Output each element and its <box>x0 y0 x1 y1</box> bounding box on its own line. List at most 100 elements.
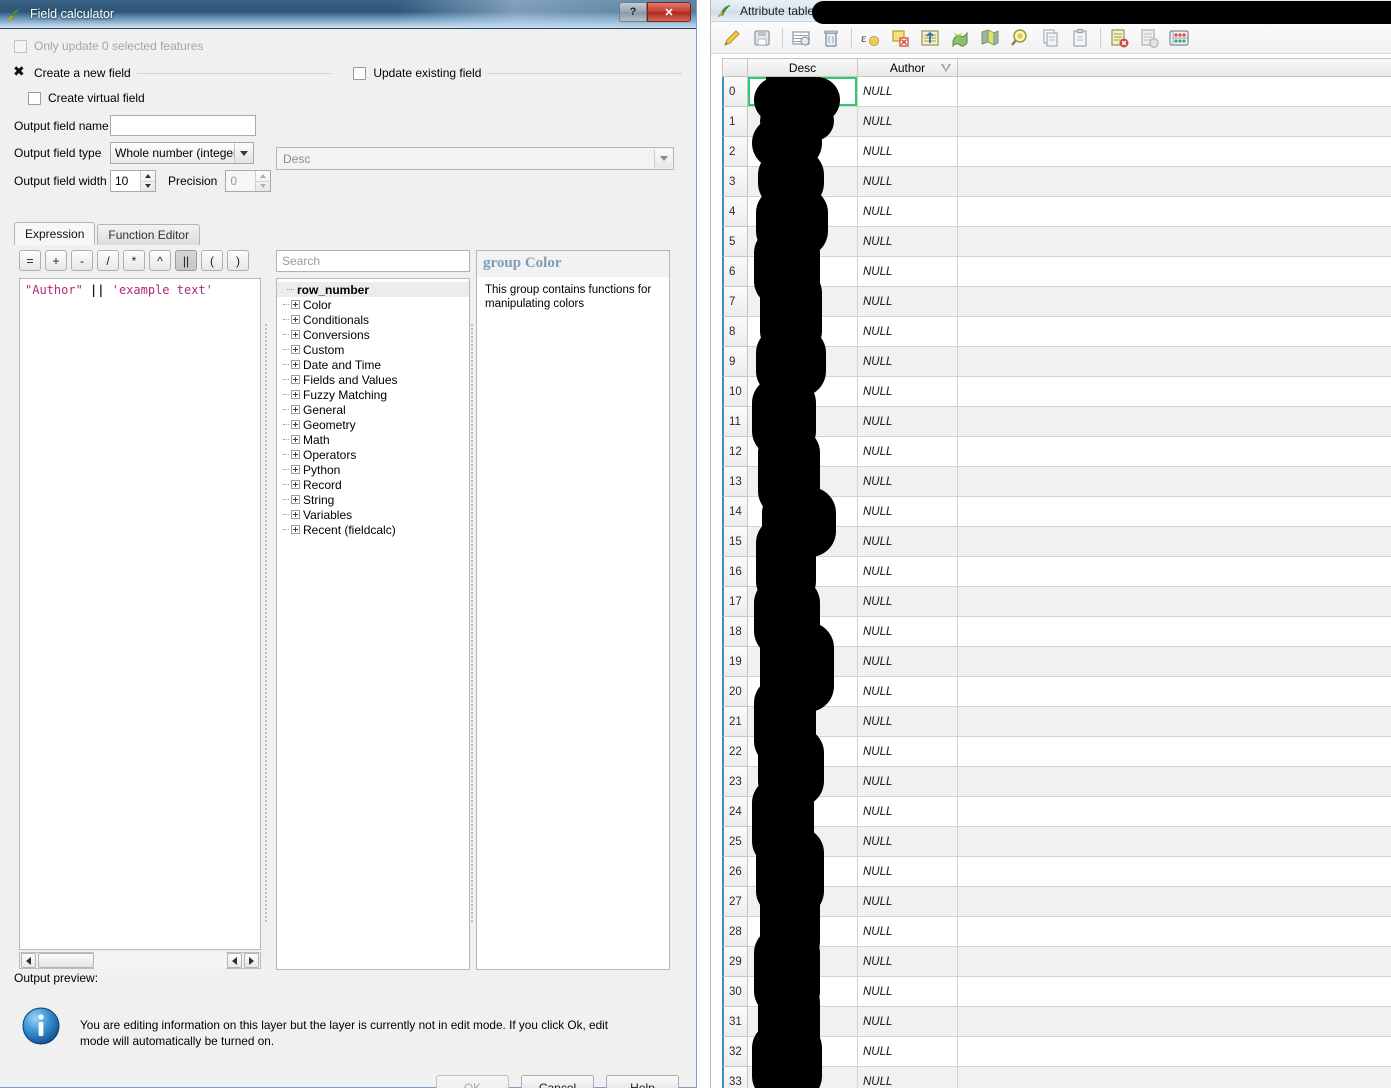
update-existing-field-checkbox[interactable] <box>353 66 367 80</box>
tab-function-editor[interactable]: Function Editor <box>97 224 201 245</box>
paste-features-icon[interactable] <box>1069 27 1091 49</box>
row-number-cell[interactable]: 20 <box>722 677 748 707</box>
cell-author[interactable]: NULL <box>858 137 958 167</box>
cell-author[interactable]: NULL <box>858 557 958 587</box>
cell-desc[interactable] <box>748 497 858 527</box>
precision-decrement-button[interactable] <box>256 182 270 192</box>
expand-icon[interactable] <box>291 435 300 444</box>
row-number-cell[interactable]: 7 <box>722 287 748 317</box>
width-decrement-button[interactable] <box>141 182 155 192</box>
row-number-cell[interactable]: 2 <box>722 137 748 167</box>
row-number-cell[interactable]: 15 <box>722 527 748 557</box>
cell-author[interactable]: NULL <box>858 407 958 437</box>
row-number-cell[interactable]: 30 <box>722 977 748 1007</box>
deselect-all-icon[interactable] <box>889 27 911 49</box>
cell-author[interactable]: NULL <box>858 467 958 497</box>
output-field-width-stepper[interactable]: 10 <box>110 170 156 192</box>
existing-field-select[interactable]: Desc <box>276 147 674 170</box>
precision-spin-buttons[interactable] <box>255 171 271 192</box>
cell-author[interactable]: NULL <box>858 227 958 257</box>
cell-desc[interactable] <box>748 137 858 167</box>
expand-icon[interactable] <box>291 375 300 384</box>
table-row[interactable]: 20 NULL <box>722 677 1391 707</box>
column-header-rownum[interactable] <box>722 58 748 77</box>
close-window-button[interactable]: ✕ <box>647 2 691 22</box>
row-number-cell[interactable]: 19 <box>722 647 748 677</box>
row-number-cell[interactable]: 10 <box>722 377 748 407</box>
operator-close-paren-button[interactable]: ) <box>227 250 249 271</box>
create-new-field-group[interactable]: Create a new field <box>13 64 131 81</box>
pan-map-to-selection-icon[interactable] <box>979 27 1001 49</box>
table-row[interactable]: 28 NULL <box>722 917 1391 947</box>
help-button[interactable]: Help <box>606 1075 679 1088</box>
toggle-editing-pencil-icon[interactable] <box>721 27 743 49</box>
table-row[interactable]: 17 NULL <box>722 587 1391 617</box>
attribute-table-grid[interactable]: Desc Author 0 NULL 1 NULL 2 NULL 3 NULL 4 NULL 5 NU… <box>722 58 1391 1088</box>
row-number-cell[interactable]: 4 <box>722 197 748 227</box>
tree-item-row-number[interactable]: row_number <box>277 282 469 297</box>
expand-icon[interactable] <box>291 405 300 414</box>
expand-icon[interactable] <box>291 390 300 399</box>
table-row[interactable]: 3 NULL <box>722 167 1391 197</box>
copy-selected-rows-icon[interactable] <box>1039 27 1061 49</box>
output-field-type-select[interactable]: Whole number (integer) <box>110 142 254 164</box>
tree-item-python[interactable]: Python <box>277 462 469 477</box>
table-row[interactable]: 24 NULL <box>722 797 1391 827</box>
cell-author[interactable]: NULL <box>858 1007 958 1037</box>
cell-author[interactable]: NULL <box>858 887 958 917</box>
expand-icon[interactable] <box>291 420 300 429</box>
create-virtual-field-checkbox[interactable] <box>28 91 41 105</box>
table-row[interactable]: 18 NULL <box>722 617 1391 647</box>
tree-item-math[interactable]: Math <box>277 432 469 447</box>
cell-author[interactable]: NULL <box>858 377 958 407</box>
column-header-author[interactable]: Author <box>858 58 958 77</box>
tree-item-fields-and-values[interactable]: Fields and Values <box>277 372 469 387</box>
table-row[interactable]: 29 NULL <box>722 947 1391 977</box>
operator-concat-button[interactable]: || <box>175 250 197 271</box>
search-input[interactable]: Search <box>276 250 470 272</box>
table-row[interactable]: 9 NULL <box>722 347 1391 377</box>
output-field-width-spin-buttons[interactable] <box>140 171 155 191</box>
delete-field-icon[interactable] <box>1108 27 1130 49</box>
tree-item-date-and-time[interactable]: Date and Time <box>277 357 469 372</box>
table-row[interactable]: 33 NULL <box>722 1067 1391 1088</box>
cell-author[interactable]: NULL <box>858 1067 958 1088</box>
row-number-cell[interactable]: 32 <box>722 1037 748 1067</box>
table-rows[interactable]: 0 NULL 1 NULL 2 NULL 3 NULL 4 NULL 5 NULL 6 NULL 7 NULL… <box>722 77 1391 1088</box>
delete-selected-trash-icon[interactable] <box>820 27 842 49</box>
cell-desc[interactable] <box>748 407 858 437</box>
expand-icon[interactable] <box>291 330 300 339</box>
ok-button[interactable]: OK <box>436 1075 509 1088</box>
operator-open-paren-button[interactable]: ( <box>201 250 223 271</box>
expression-horizontal-scrollbar[interactable] <box>19 952 261 969</box>
operator-equals-button[interactable]: = <box>19 250 41 271</box>
row-number-cell[interactable]: 25 <box>722 827 748 857</box>
cell-author[interactable]: NULL <box>858 737 958 767</box>
move-selection-to-top-icon[interactable] <box>919 27 941 49</box>
scrollbar-track[interactable] <box>94 952 226 969</box>
cell-desc[interactable] <box>748 347 858 377</box>
field-calculator-titlebar[interactable]: Field calculator ? ✕ <box>0 0 696 29</box>
cell-desc[interactable] <box>748 257 858 287</box>
cell-author[interactable]: NULL <box>858 677 958 707</box>
cell-desc[interactable] <box>748 1067 858 1088</box>
row-number-cell[interactable]: 16 <box>722 557 748 587</box>
table-row[interactable]: 31 NULL <box>722 1007 1391 1037</box>
tree-item-string[interactable]: String <box>277 492 469 507</box>
cell-desc[interactable] <box>748 557 858 587</box>
cell-desc[interactable] <box>748 377 858 407</box>
cell-author[interactable]: NULL <box>858 947 958 977</box>
table-row[interactable]: 27 NULL <box>722 887 1391 917</box>
cell-desc[interactable] <box>748 1037 858 1067</box>
table-row[interactable]: 21 NULL <box>722 707 1391 737</box>
cell-desc[interactable] <box>748 947 858 977</box>
row-number-cell[interactable]: 11 <box>722 407 748 437</box>
expand-icon[interactable] <box>291 480 300 489</box>
table-row[interactable]: 8 NULL <box>722 317 1391 347</box>
table-row[interactable]: 11 NULL <box>722 407 1391 437</box>
table-row[interactable]: 30 NULL <box>722 977 1391 1007</box>
table-row[interactable]: 2 NULL <box>722 137 1391 167</box>
row-number-cell[interactable]: 1 <box>722 107 748 137</box>
row-number-cell[interactable]: 0 <box>722 77 748 107</box>
precision-increment-button[interactable] <box>256 171 271 182</box>
